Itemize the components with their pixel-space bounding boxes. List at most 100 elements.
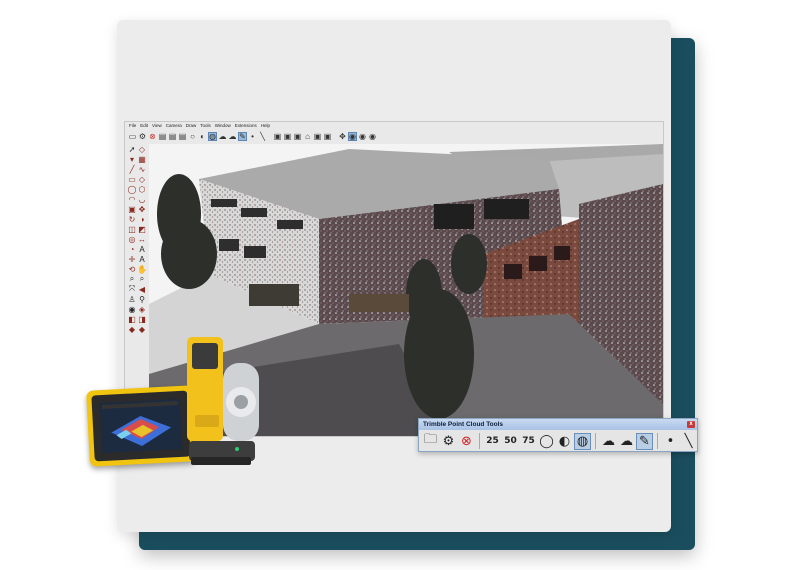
look-around-icon[interactable]: ◉ (127, 304, 137, 314)
offset-icon[interactable]: ◩ (137, 224, 147, 234)
marketing-stage: File Edit View Camera Draw Tools Window … (0, 0, 798, 570)
arc-icon[interactable]: ◠ (127, 194, 137, 204)
3d-laser-scanner (181, 335, 261, 467)
tool-separator (595, 433, 596, 449)
camera-view-icon[interactable]: ▣ (283, 132, 292, 141)
gear-icon[interactable]: ⚙ (440, 433, 457, 450)
open-folder-icon[interactable]: 🗀 (422, 432, 439, 450)
scanner-illustration (187, 337, 259, 465)
menu-draw[interactable]: Draw (186, 122, 197, 130)
left-toolbar: ➚ ◇ ▾ ▦ ╱ ∿ ▭ ◇ ◯ ⬡ ◠ ◡ ▣ ✥ ↻ ◑ ◫ ◩ ◎ ↔ … (127, 144, 147, 384)
tape-measure-icon[interactable]: ◎ (127, 234, 137, 244)
scan-icon[interactable]: ◉ (348, 131, 357, 141)
style-icon[interactable]: ◆ (137, 324, 147, 334)
menu-bar: File Edit View Camera Draw Tools Window … (125, 122, 663, 130)
menu-view[interactable]: View (152, 122, 162, 130)
section-fill-icon[interactable]: ◨ (137, 314, 147, 324)
push-pull-icon[interactable]: ▣ (127, 204, 137, 214)
menu-extensions[interactable]: Extensions (235, 122, 257, 130)
camera-view-icon[interactable]: ▣ (273, 132, 282, 141)
striped-drop-icon[interactable]: ◍ (208, 131, 217, 141)
tablet-scan-preview (99, 398, 183, 454)
axes-icon[interactable]: ✛ (127, 254, 137, 264)
camera-view-icon[interactable]: ▣ (313, 132, 322, 141)
select-arrow-icon[interactable]: ➚ (127, 144, 137, 154)
paint-bucket-icon[interactable]: ▾ (127, 154, 137, 164)
drop-icon[interactable]: ○ (188, 132, 197, 141)
field-tablet-device (86, 385, 196, 467)
paint-icon[interactable]: ✎ (238, 131, 247, 141)
camera-view-icon[interactable]: ▣ (323, 132, 332, 141)
walk-icon[interactable]: ⚲ (137, 294, 147, 304)
line-icon[interactable]: ╲ (680, 433, 697, 450)
panel-title: Trimble Point Cloud Tools (423, 421, 504, 428)
line-tool-icon[interactable]: ╱ (127, 164, 137, 174)
3d-text-icon[interactable]: A (137, 254, 147, 264)
scale-icon[interactable]: ◫ (127, 224, 137, 234)
point-icon[interactable]: • (662, 433, 679, 450)
density-25-icon[interactable]: 25 (484, 433, 501, 450)
arc-icon[interactable]: ◡ (137, 194, 147, 204)
half-drop-icon[interactable]: ◐ (556, 433, 573, 450)
tool-separator (479, 433, 480, 449)
density-50-icon[interactable]: 50 (502, 433, 519, 450)
line-icon[interactable]: ╲ (258, 132, 267, 141)
density-75-icon[interactable]: 75 (520, 433, 537, 450)
eraser-icon[interactable]: ◇ (137, 144, 147, 154)
camera-view-icon[interactable]: ▣ (293, 132, 302, 141)
cloud-upload-icon[interactable]: ☁ (600, 433, 617, 450)
menu-tools[interactable]: Tools (200, 122, 211, 130)
gear-icon[interactable]: ⚙ (138, 132, 147, 141)
close-button[interactable]: x (687, 421, 695, 428)
move-tool-icon[interactable]: ✥ (137, 204, 147, 214)
density-icon[interactable]: ▤ (158, 132, 167, 141)
protractor-icon[interactable]: ◔ (127, 244, 137, 254)
polygon-icon[interactable]: ⬡ (137, 184, 147, 194)
zoom-icon[interactable]: ⌕ (127, 274, 137, 284)
component-icon[interactable]: ▦ (137, 154, 147, 164)
follow-me-icon[interactable]: ◑ (137, 214, 147, 224)
orbit-icon[interactable]: ⟲ (127, 264, 137, 274)
cancel-icon[interactable]: ⊗ (148, 132, 157, 141)
striped-drop-icon[interactable]: ◍ (574, 432, 591, 450)
circle-icon[interactable]: ◯ (127, 184, 137, 194)
drop-icon[interactable]: ◯ (538, 433, 555, 450)
home-icon[interactable]: ⌂ (303, 132, 312, 141)
zoom-extents-icon[interactable]: ⤧ (127, 284, 137, 294)
density-icon[interactable]: ▤ (178, 132, 187, 141)
paint-icon[interactable]: ✎ (636, 432, 653, 450)
point-icon[interactable]: • (248, 132, 257, 141)
previous-view-icon[interactable]: ◀ (137, 284, 147, 294)
dimension-icon[interactable]: ↔ (137, 234, 147, 244)
menu-help[interactable]: Help (261, 122, 270, 130)
section-cut-icon[interactable]: ◧ (127, 314, 137, 324)
tablet-screen (99, 398, 183, 454)
rotated-rect-icon[interactable]: ◇ (137, 174, 147, 184)
cloud-icon[interactable]: ☁ (228, 132, 237, 141)
zoom-window-icon[interactable]: ⌕ (137, 274, 147, 284)
panel-title-bar[interactable]: Trimble Point Cloud Tools x (419, 419, 697, 430)
rotate-icon[interactable]: ↻ (127, 214, 137, 224)
open-folder-icon[interactable]: ▭ (128, 132, 137, 141)
position-camera-icon[interactable]: ♙ (127, 294, 137, 304)
scan-icon[interactable]: ◉ (368, 132, 377, 141)
cancel-circle-icon[interactable]: ⊗ (458, 433, 475, 450)
point-cloud-tools-panel: Trimble Point Cloud Tools x 🗀 ⚙ ⊗ 25 50 … (418, 418, 698, 452)
menu-file[interactable]: File (129, 122, 136, 130)
move-icon[interactable]: ✥ (338, 132, 347, 141)
style-icon[interactable]: ◆ (127, 324, 137, 334)
half-drop-icon[interactable]: ◐ (198, 132, 207, 141)
text-tool-icon[interactable]: A (137, 244, 147, 254)
menu-edit[interactable]: Edit (140, 122, 148, 130)
cloud-icon[interactable]: ☁ (218, 132, 227, 141)
pan-icon[interactable]: ✋ (137, 264, 147, 274)
scan-icon[interactable]: ◉ (358, 132, 367, 141)
density-icon[interactable]: ▤ (168, 132, 177, 141)
cloud-download-icon[interactable]: ☁ (618, 433, 635, 450)
tool-separator (657, 433, 658, 449)
rectangle-icon[interactable]: ▭ (127, 174, 137, 184)
menu-window[interactable]: Window (215, 122, 231, 130)
menu-camera[interactable]: Camera (166, 122, 182, 130)
section-plane-icon[interactable]: ◈ (137, 304, 147, 314)
freehand-icon[interactable]: ∿ (137, 164, 147, 174)
